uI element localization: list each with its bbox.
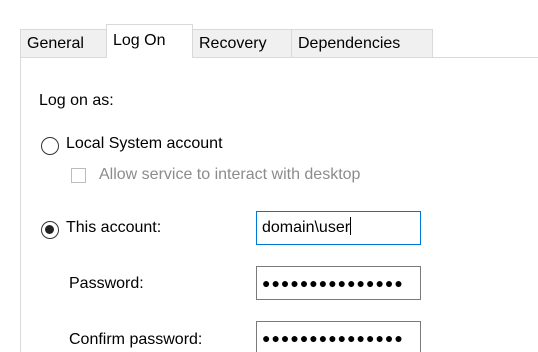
this-account-label[interactable]: This account: (66, 219, 161, 237)
this-account-radio[interactable] (41, 221, 59, 239)
tab-recovery-label: Recovery (199, 35, 267, 52)
tab-dependencies[interactable]: Dependencies (291, 29, 433, 57)
account-name-input[interactable]: domain\user (256, 211, 421, 245)
tab-log-on-label: Log On (113, 32, 166, 49)
password-mask: ●●●●●●●●●●●●●●● (262, 275, 404, 291)
account-name-value: domain\user (262, 219, 351, 236)
local-system-label[interactable]: Local System account (66, 135, 223, 153)
log-on-as-heading: Log on as: (39, 92, 114, 109)
tab-dependencies-label: Dependencies (298, 35, 401, 52)
password-input[interactable]: ●●●●●●●●●●●●●●● (256, 266, 421, 300)
confirm-password-input[interactable]: ●●●●●●●●●●●●●●● (256, 321, 421, 352)
log-on-panel: Log on as: Local System account Allow se… (20, 57, 538, 352)
tab-general-label: General (27, 35, 84, 52)
password-label: Password: (69, 275, 144, 292)
confirm-password-mask: ●●●●●●●●●●●●●●● (262, 330, 404, 346)
service-properties-dialog: General Log On Recovery Dependencies Log… (0, 0, 538, 352)
text-caret (350, 217, 352, 235)
radio-selected-dot (45, 225, 54, 234)
tab-general[interactable]: General (20, 29, 107, 57)
allow-desktop-checkbox[interactable] (71, 168, 86, 183)
tab-log-on[interactable]: Log On (106, 24, 193, 58)
allow-desktop-label: Allow service to interact with desktop (99, 166, 361, 183)
local-system-radio[interactable] (41, 137, 59, 155)
tab-recovery[interactable]: Recovery (192, 29, 292, 57)
confirm-password-label: Confirm password: (69, 331, 203, 348)
